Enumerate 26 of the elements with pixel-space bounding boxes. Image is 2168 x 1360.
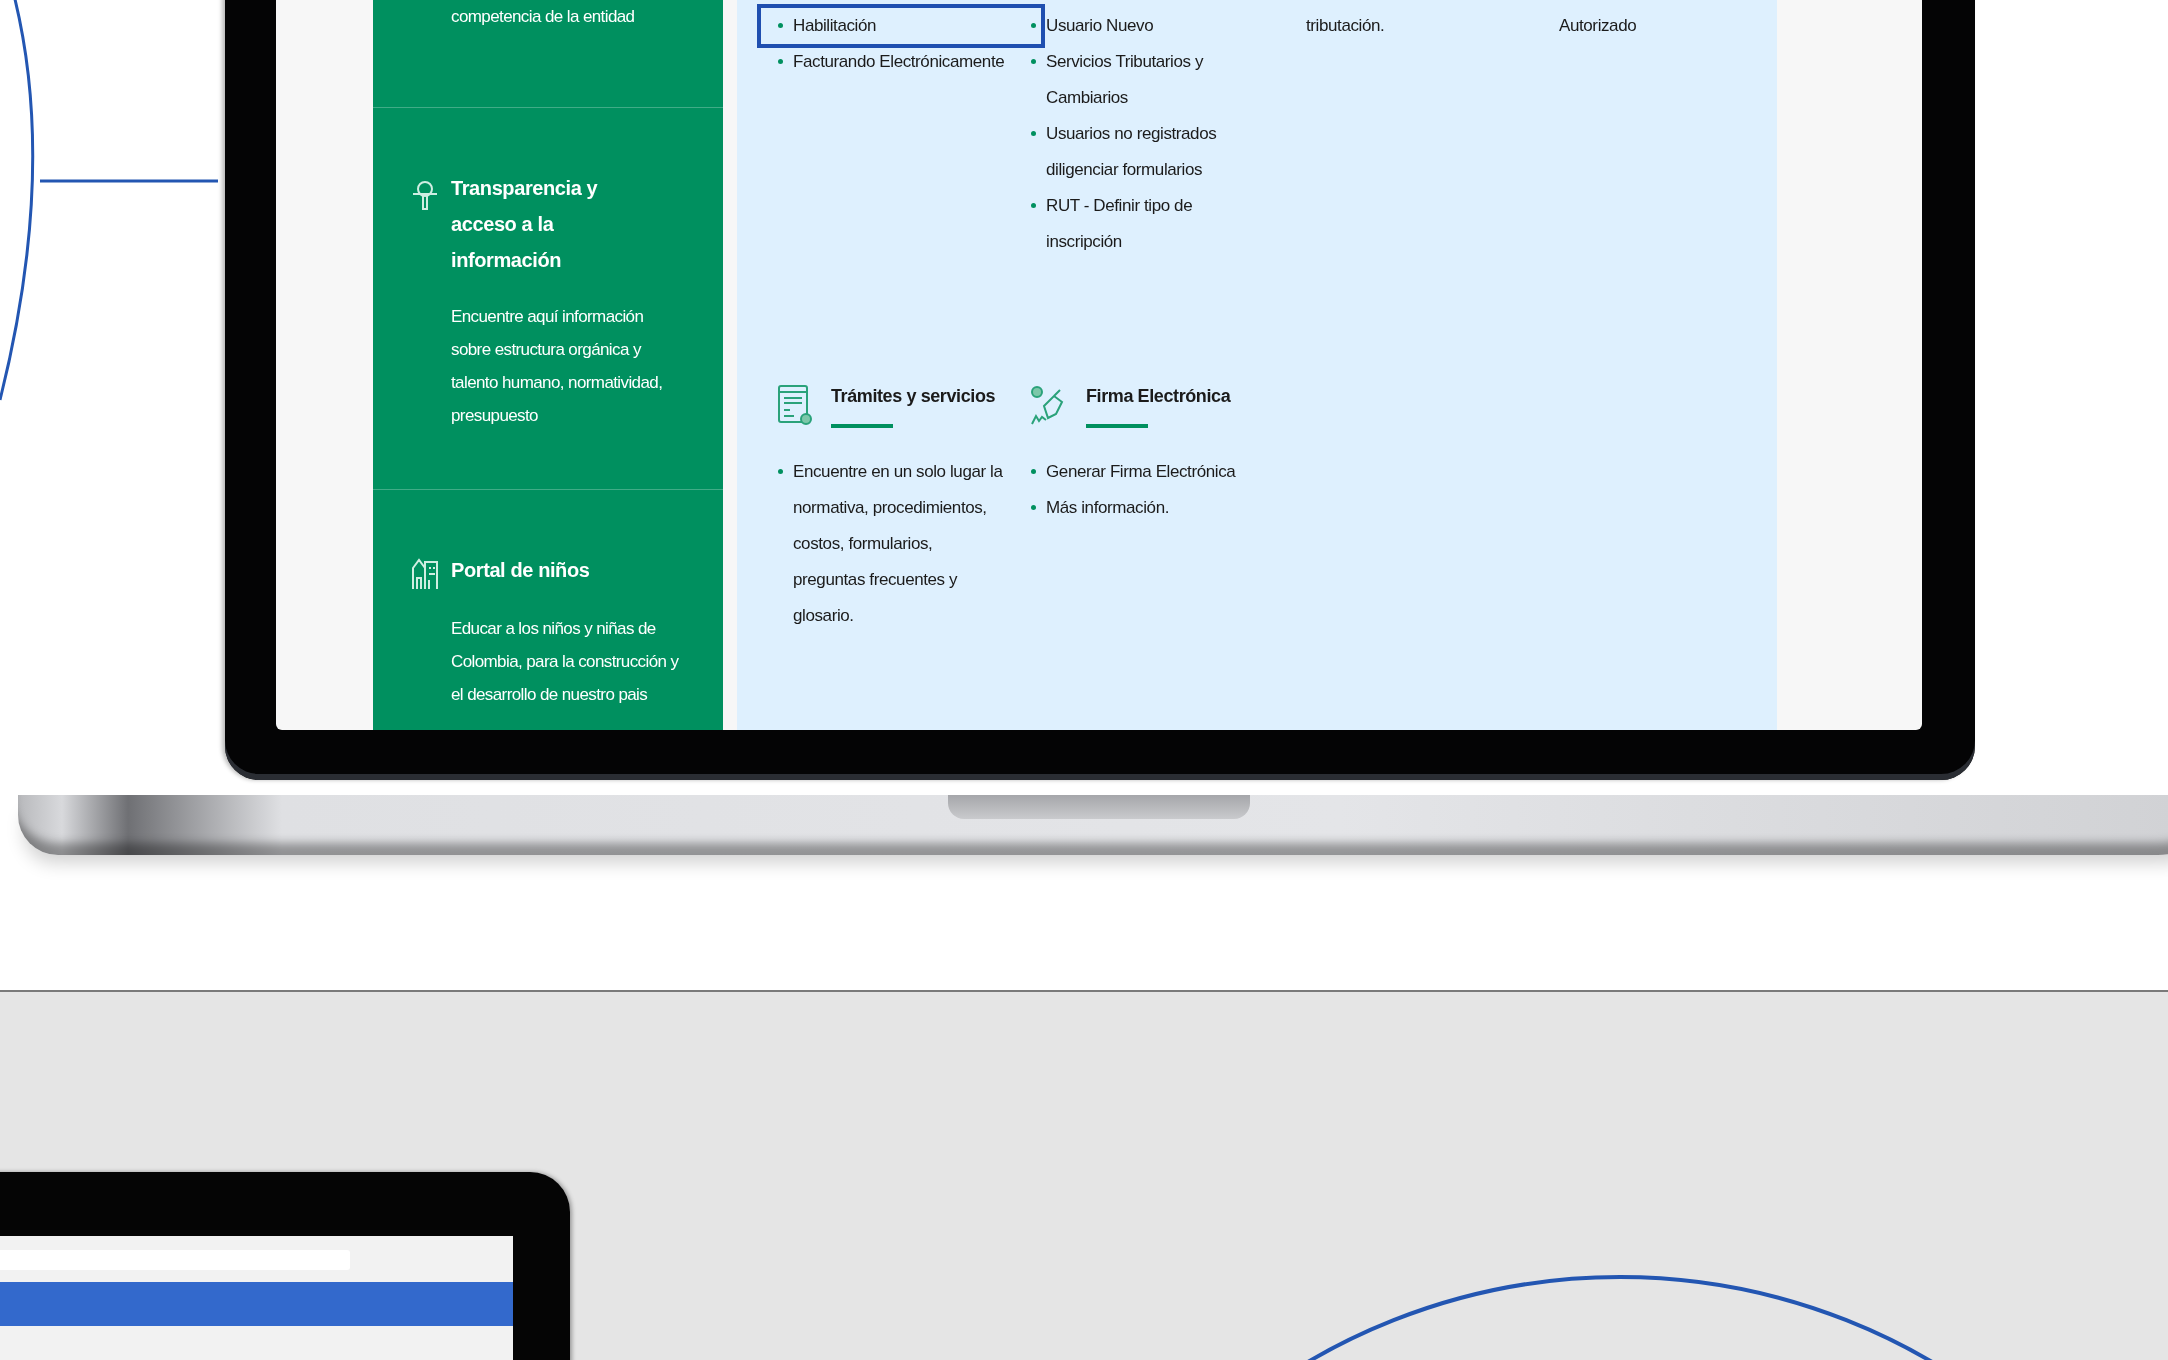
service-title: Firma Electrónica [1086,385,1231,408]
bullet-icon [1031,203,1036,208]
bullet-icon [1031,59,1036,64]
building-icon [411,556,439,590]
section-description: competencia de la entidad [451,6,636,28]
title-underline [1086,424,1148,428]
section-title[interactable]: Portal de niños [451,552,666,588]
bullet-icon [1031,23,1036,28]
section-title[interactable]: Transparencia y acceso a la información [451,170,666,278]
service-title: Trámites y servicios [831,385,996,408]
section-description: Educar a los niños y niñas de Colombia, para la construcción y el desarrollo de nuestro pais [451,618,679,706]
bullet-icon [1031,505,1036,510]
highlight-frame[interactable]: Habilitación [757,4,1045,48]
menu-link[interactable]: Más información. [1010,490,1270,526]
bullet-icon [1031,469,1036,474]
menu-link[interactable]: Generar Firma Electrónica [1010,454,1270,490]
magnifier-pin-icon [411,178,439,212]
document-icon [777,384,813,426]
bullet-icon [778,59,783,64]
bullet-icon [778,469,783,474]
menu-link[interactable]: Encuentre en un solo lugar la normativa, procedimientos, costos, formularios, preguntas frecuentes y glosario. [757,454,1010,634]
bullet-icon [1031,131,1036,136]
bullet-icon [778,23,783,28]
title-underline [831,424,893,428]
section-description: Encuentre aquí información sobre estructura orgánica y talento humano, normatividad, presupuesto [451,306,664,427]
menu-link[interactable]: Autorizado [1523,4,1776,44]
